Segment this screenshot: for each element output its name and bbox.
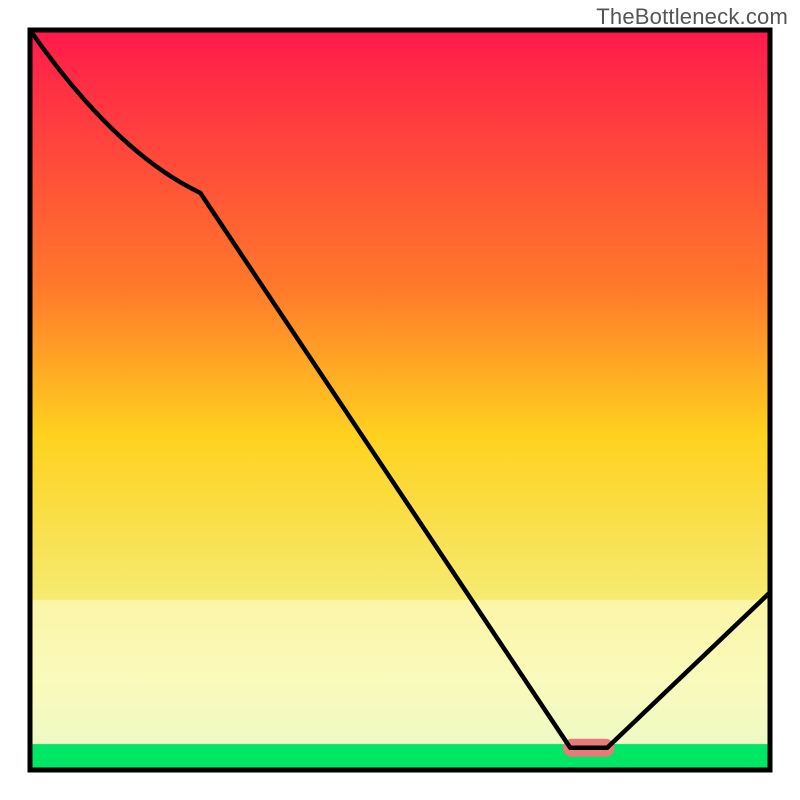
- plot-area: [30, 30, 770, 770]
- chart-svg: [0, 0, 800, 800]
- chart-stage: TheBottleneck.com: [0, 0, 800, 800]
- watermark-label: TheBottleneck.com: [596, 4, 788, 30]
- green-strip: [30, 744, 770, 770]
- pale-yellow-band: [30, 600, 770, 744]
